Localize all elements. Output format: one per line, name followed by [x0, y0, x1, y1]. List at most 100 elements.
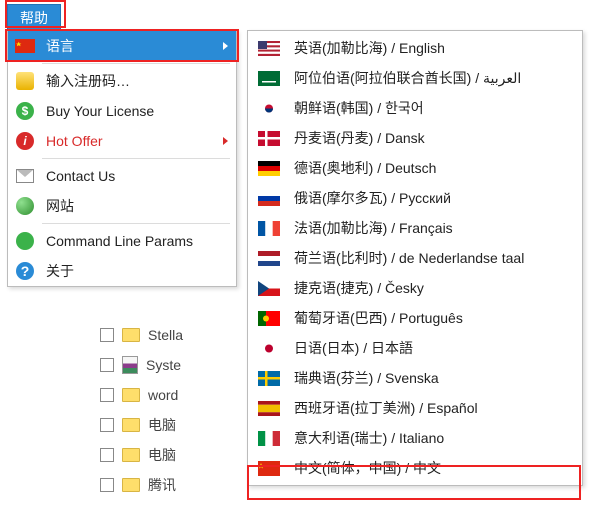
menu-contact-us[interactable]: Contact Us — [8, 161, 236, 191]
menubar: 帮助 — [7, 4, 61, 32]
menu-cmdline-label: Command Line Params — [46, 233, 228, 249]
language-option-label: 英语(加勒比海) / English — [294, 38, 574, 58]
language-option-cn[interactable]: 中文(简体，中国) / 中文 — [248, 453, 582, 483]
language-option-cz[interactable]: 捷克语(捷克) / Česky — [248, 273, 582, 303]
language-option-dk[interactable]: 丹麦语(丹麦) / Dansk — [248, 123, 582, 153]
help-menu: 语言 输入注册码… $ Buy Your License i Hot Offer… — [7, 30, 237, 287]
dollar-icon: $ — [14, 102, 36, 120]
key-icon — [14, 72, 36, 90]
language-option-it[interactable]: 意大利语(瑞士) / Italiano — [248, 423, 582, 453]
menu-cmdline-params[interactable]: Command Line Params — [8, 226, 236, 256]
flag-kr-icon — [258, 100, 280, 116]
question-icon: ? — [14, 262, 36, 280]
language-option-label: 瑞典语(芬兰) / Svenska — [294, 368, 574, 388]
menu-enter-code[interactable]: 输入注册码… — [8, 66, 236, 96]
language-option-es[interactable]: 西班牙语(拉丁美洲) / Español — [248, 393, 582, 423]
mail-icon — [14, 169, 36, 183]
menu-enter-code-label: 输入注册码… — [46, 71, 228, 91]
tree-item[interactable]: Syste — [100, 350, 183, 380]
tree-item[interactable]: word — [100, 380, 183, 410]
flag-sa-icon — [258, 70, 280, 86]
menubar-help[interactable]: 帮助 — [7, 4, 61, 32]
language-option-label: 中文(简体，中国) / 中文 — [294, 458, 574, 478]
language-submenu: 英语(加勒比海) / English 阿位伯语(阿拉伯联合酋长国) / العرب… — [247, 30, 583, 486]
language-option-us[interactable]: 英语(加勒比海) / English — [248, 33, 582, 63]
menu-language[interactable]: 语言 — [8, 31, 236, 61]
menu-hot-offer-label: Hot Offer — [46, 133, 223, 149]
flag-ru-icon — [258, 190, 280, 206]
tree-item-label: word — [148, 387, 178, 403]
gear-icon — [14, 232, 36, 250]
flag-jp-icon — [258, 340, 280, 356]
menu-contact-label: Contact Us — [46, 168, 228, 184]
language-option-ru[interactable]: 俄语(摩尔多瓦) / Русский — [248, 183, 582, 213]
submenu-arrow-icon — [223, 137, 228, 145]
folder-icon — [122, 478, 140, 492]
checkbox[interactable] — [100, 478, 114, 492]
folder-icon — [122, 448, 140, 462]
menu-buy-label: Buy Your License — [46, 103, 228, 119]
language-option-pt[interactable]: 葡萄牙语(巴西) / Português — [248, 303, 582, 333]
tree-item[interactable]: 电脑 — [100, 410, 183, 440]
menu-language-label: 语言 — [46, 36, 223, 56]
menu-buy-license[interactable]: $ Buy Your License — [8, 96, 236, 126]
menu-website[interactable]: 网站 — [8, 191, 236, 221]
language-option-label: 捷克语(捷克) / Česky — [294, 278, 574, 298]
tree-item-label: 腾讯 — [148, 475, 176, 495]
menu-separator — [42, 223, 230, 224]
flag-es-icon — [258, 400, 280, 416]
language-option-jp[interactable]: 日语(日本) / 日本語 — [248, 333, 582, 363]
flag-nl-icon — [258, 250, 280, 266]
language-option-fr[interactable]: 法语(加勒比海) / Français — [248, 213, 582, 243]
language-option-label: 德语(奥地利) / Deutsch — [294, 158, 574, 178]
checkbox[interactable] — [100, 328, 114, 342]
menu-about[interactable]: ? 关于 — [8, 256, 236, 286]
language-option-label: 荷兰语(比利时) / de Nederlandse taal — [294, 248, 574, 268]
tree-item-label: Stella — [148, 327, 183, 343]
checkbox[interactable] — [100, 358, 114, 372]
menu-separator — [42, 63, 230, 64]
language-option-label: 阿位伯语(阿拉伯联合酋长国) / العربية — [294, 68, 574, 88]
language-option-label: 朝鲜语(韩国) / 한국어 — [294, 98, 574, 118]
folder-icon — [122, 388, 140, 402]
flag-dk-icon — [258, 130, 280, 146]
language-option-label: 丹麦语(丹麦) / Dansk — [294, 128, 574, 148]
tree-item-label: 电脑 — [148, 415, 176, 435]
language-option-label: 西班牙语(拉丁美洲) / Español — [294, 398, 574, 418]
menu-hot-offer[interactable]: i Hot Offer — [8, 126, 236, 156]
language-option-label: 葡萄牙语(巴西) / Português — [294, 308, 574, 328]
flag-pt-icon — [258, 310, 280, 326]
flag-cn-icon — [258, 460, 280, 476]
info-icon: i — [14, 132, 36, 150]
flag-us-icon — [258, 40, 280, 56]
flag-cz-icon — [258, 280, 280, 296]
flag-fr-icon — [258, 220, 280, 236]
menu-separator — [42, 158, 230, 159]
language-option-kr[interactable]: 朝鲜语(韩国) / 한국어 — [248, 93, 582, 123]
archive-icon — [122, 356, 138, 374]
menu-website-label: 网站 — [46, 196, 228, 216]
folder-icon — [122, 328, 140, 342]
tree-item[interactable]: 电脑 — [100, 440, 183, 470]
language-option-label: 意大利语(瑞士) / Italiano — [294, 428, 574, 448]
tree-item[interactable]: 腾讯 — [100, 470, 183, 500]
globe-icon — [14, 197, 36, 215]
flag-de-icon — [258, 160, 280, 176]
checkbox[interactable] — [100, 388, 114, 402]
submenu-arrow-icon — [223, 42, 228, 50]
flag-se-icon — [258, 370, 280, 386]
checkbox[interactable] — [100, 448, 114, 462]
tree-item[interactable]: Stella — [100, 320, 183, 350]
language-option-de[interactable]: 德语(奥地利) / Deutsch — [248, 153, 582, 183]
language-option-label: 俄语(摩尔多瓦) / Русский — [294, 188, 574, 208]
language-option-nl[interactable]: 荷兰语(比利时) / de Nederlandse taal — [248, 243, 582, 273]
menu-about-label: 关于 — [46, 261, 228, 281]
language-option-label: 日语(日本) / 日本語 — [294, 338, 574, 358]
folder-tree: StellaSysteword电脑电脑腾讯 — [100, 320, 183, 500]
language-option-se[interactable]: 瑞典语(芬兰) / Svenska — [248, 363, 582, 393]
language-option-sa[interactable]: 阿位伯语(阿拉伯联合酋长国) / العربية — [248, 63, 582, 93]
flag-cn-icon — [14, 39, 36, 53]
language-option-label: 法语(加勒比海) / Français — [294, 218, 574, 238]
checkbox[interactable] — [100, 418, 114, 432]
tree-item-label: Syste — [146, 357, 181, 373]
